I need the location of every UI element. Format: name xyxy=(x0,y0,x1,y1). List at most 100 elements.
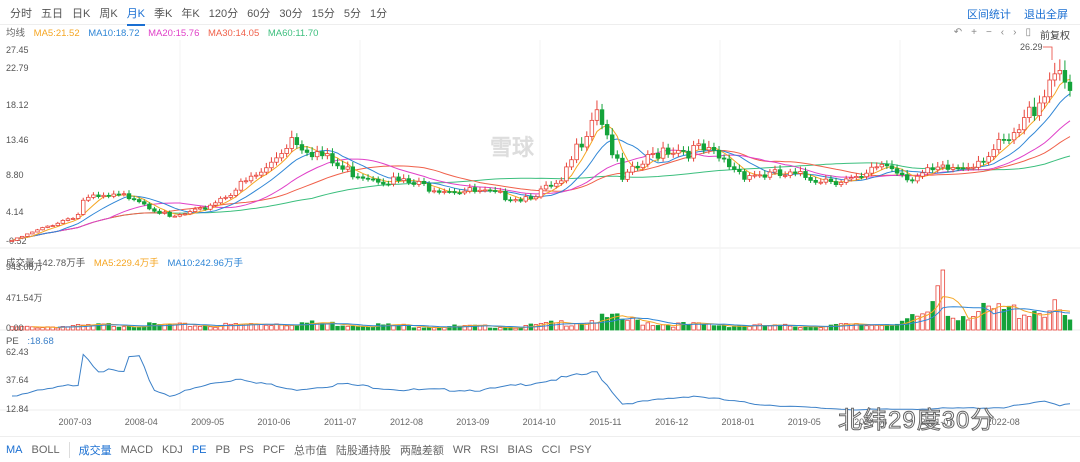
candle-body xyxy=(360,176,366,179)
volume-bar xyxy=(564,325,569,331)
volume-bar xyxy=(259,324,264,331)
indicator-tab[interactable]: CCI xyxy=(542,444,561,456)
volume-bar xyxy=(828,324,834,331)
volume-bar xyxy=(635,319,640,331)
volume-ma5: MA5:229.4万手 xyxy=(93,258,159,269)
candle-body xyxy=(665,147,671,155)
candle-body xyxy=(96,194,101,198)
volume-bar xyxy=(1027,316,1032,331)
candle-body xyxy=(960,167,966,170)
candle-body xyxy=(203,207,208,210)
candle-body xyxy=(645,154,651,165)
candle-body xyxy=(1032,106,1037,117)
candle-body xyxy=(208,204,213,210)
candle-body xyxy=(421,180,427,185)
indicator-tab[interactable]: WR xyxy=(453,444,471,456)
candle-body xyxy=(19,235,25,239)
indicator-tab[interactable]: MA xyxy=(6,444,23,456)
candle-body xyxy=(172,215,177,218)
indicator-tab[interactable]: PE xyxy=(192,444,207,456)
indicator-tab[interactable]: 陆股通持股 xyxy=(336,442,391,458)
volume-bar xyxy=(264,324,269,331)
candle-body xyxy=(452,191,457,194)
candle-body xyxy=(192,208,198,212)
candle-body xyxy=(528,196,534,200)
candle-body xyxy=(655,152,661,159)
candle-body xyxy=(126,193,132,200)
volume-bar xyxy=(838,323,844,331)
candle-body xyxy=(416,180,422,185)
candle-body xyxy=(691,145,696,159)
candle-body xyxy=(75,213,81,219)
volume-bar xyxy=(716,325,722,331)
candle-body xyxy=(767,171,773,178)
candle-body xyxy=(640,163,645,169)
volume-bar xyxy=(294,325,300,331)
candle-body xyxy=(152,208,157,212)
candle-body xyxy=(482,189,488,192)
indicator-tab[interactable]: PB xyxy=(216,444,231,456)
indicator-tab[interactable]: PSY xyxy=(570,444,592,456)
volume-bar xyxy=(487,327,493,331)
volume-bar xyxy=(910,314,915,331)
volume-bar xyxy=(203,325,208,331)
candle-body xyxy=(782,175,788,177)
indicator-tab[interactable]: RSI xyxy=(480,444,498,456)
candle-body xyxy=(762,174,768,178)
volume-bar xyxy=(493,327,498,331)
volume-bar xyxy=(981,302,986,331)
volume-bar xyxy=(625,319,630,331)
candle-body xyxy=(406,178,411,183)
candle-body xyxy=(401,178,406,181)
indicator-tab[interactable]: PCF xyxy=(263,444,285,456)
candle-body xyxy=(950,167,956,170)
candle-body xyxy=(472,187,478,192)
candle-body xyxy=(986,156,991,163)
candle-body xyxy=(1022,117,1027,131)
candle-body xyxy=(25,233,30,237)
candle-body xyxy=(620,157,625,180)
indicator-tab[interactable]: 成交量 xyxy=(79,442,112,458)
candle-body xyxy=(223,196,228,199)
candle-body xyxy=(1042,96,1047,104)
candle-body xyxy=(1016,129,1022,133)
candle-body xyxy=(50,225,55,227)
candle-body xyxy=(142,201,147,205)
candle-body xyxy=(228,195,233,198)
volume-bar xyxy=(152,323,157,331)
candle-body xyxy=(554,182,559,187)
volume-bar xyxy=(757,323,762,331)
indicator-tab[interactable]: 总市值 xyxy=(294,442,327,458)
candle-body xyxy=(299,144,305,151)
indicator-tab[interactable]: 两融差额 xyxy=(400,442,444,458)
indicator-tab[interactable]: BOLL xyxy=(32,444,60,456)
candle-body xyxy=(467,187,472,192)
candle-body xyxy=(442,191,447,193)
volume-bar xyxy=(940,269,946,331)
candle-body xyxy=(696,143,701,146)
candle-body xyxy=(574,143,579,161)
volume-bar xyxy=(594,322,600,331)
candle-body xyxy=(376,178,381,183)
stock-chart[interactable]: 27.4522.7918.1213.468.804.14-0.5226.2994… xyxy=(0,0,1080,436)
candle-body xyxy=(381,181,386,185)
x-axis-label: 2008-04 xyxy=(125,417,158,427)
volume-bar xyxy=(452,324,457,331)
indicator-tab[interactable]: BIAS xyxy=(508,444,533,456)
candle-body xyxy=(411,182,417,185)
candle-body xyxy=(503,190,508,201)
candle-body xyxy=(737,169,742,172)
volume-bar xyxy=(721,325,727,331)
indicator-tab[interactable]: PS xyxy=(239,444,254,456)
candle-body xyxy=(732,166,737,170)
indicator-tab[interactable]: MACD xyxy=(121,444,153,456)
volume-bar xyxy=(223,322,228,331)
indicator-tab[interactable]: KDJ xyxy=(162,444,183,456)
volume-bar xyxy=(854,323,859,331)
volume-bar xyxy=(345,325,350,331)
pe-axis-label: 62.43 xyxy=(6,347,29,357)
volume-bar xyxy=(299,322,305,331)
candle-body xyxy=(55,222,60,226)
volume-bar xyxy=(869,324,874,331)
volume-bar xyxy=(386,323,391,331)
